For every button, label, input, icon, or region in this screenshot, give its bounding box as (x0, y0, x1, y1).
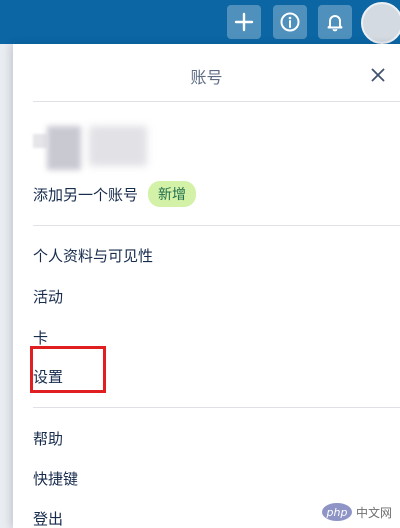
menu-item-shortcuts[interactable]: 快捷键 (33, 468, 78, 490)
blurred-avatar (33, 134, 47, 148)
header-divider (33, 101, 400, 102)
close-button[interactable] (367, 64, 389, 86)
create-button[interactable] (227, 5, 261, 39)
new-badge: 新增 (148, 181, 197, 207)
watermark-text: 中文网 (356, 505, 393, 520)
menu-item-profile-visibility[interactable]: 个人资料与可见性 (33, 245, 153, 267)
notifications-button[interactable] (318, 5, 352, 39)
blurred-name (47, 126, 81, 170)
add-account-label: 添加另一个账号 (33, 185, 139, 204)
top-bar (0, 0, 400, 44)
php-logo: php (322, 503, 352, 521)
section-divider (33, 407, 400, 408)
account-menu-panel: 账号 添加另一个账号 新增 个人资料与可见性 活动 卡 设置 帮助 快捷键 登出 (13, 44, 400, 528)
watermark: php 中文网 (322, 501, 392, 523)
section-divider (33, 225, 400, 226)
profile-info-blurred (33, 124, 233, 184)
menu-item-activity[interactable]: 活动 (33, 286, 63, 308)
close-icon (371, 68, 385, 82)
menu-item-help[interactable]: 帮助 (33, 428, 63, 450)
member-avatar[interactable] (361, 2, 400, 44)
add-account-row[interactable]: 添加另一个账号 新增 (33, 181, 197, 207)
menu-item-logout[interactable]: 登出 (33, 508, 63, 528)
bell-icon (327, 15, 343, 32)
panel-header: 账号 (13, 44, 400, 102)
panel-title: 账号 (190, 68, 223, 87)
settings-highlight-annotation (30, 346, 106, 393)
info-button[interactable] (273, 5, 307, 39)
info-icon (280, 12, 300, 32)
plus-icon (234, 12, 254, 32)
blurred-email (89, 126, 147, 166)
